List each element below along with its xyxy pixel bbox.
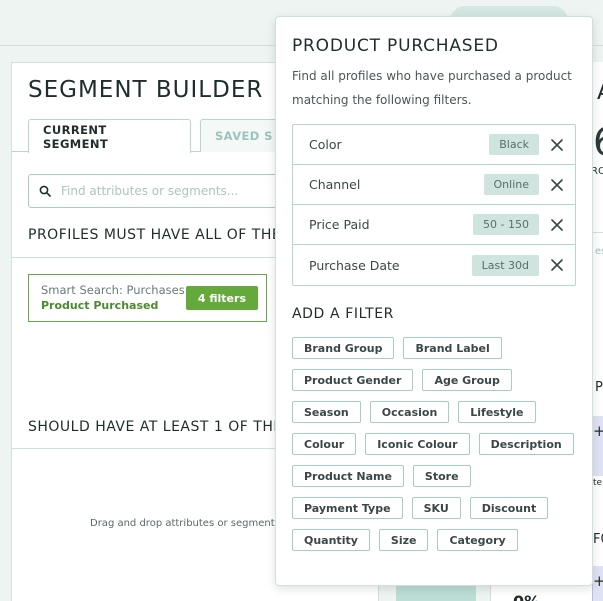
filter-chip[interactable]: Brand Group <box>292 337 395 359</box>
filter-chip[interactable]: Occasion <box>369 401 450 423</box>
bar-segment <box>396 585 476 601</box>
filter-name: Price Paid <box>309 217 370 232</box>
peek-link: es <box>595 246 603 257</box>
filter-chip[interactable]: Description <box>478 433 574 455</box>
filter-name: Color <box>309 137 342 152</box>
filter-chip[interactable]: Brand Label <box>403 337 502 359</box>
filter-chip[interactable]: SKU <box>411 497 461 519</box>
peek-card: + te <box>592 416 603 488</box>
filter-chip-list: Brand Group Brand Label Product Gender A… <box>292 337 582 551</box>
active-filters-list: Color Black Channel Online Price Paid 50… <box>292 124 576 286</box>
plus-icon[interactable]: + <box>593 572 603 590</box>
filters-count-badge[interactable]: 4 filters <box>185 286 258 310</box>
search-icon <box>39 182 51 201</box>
filter-chip[interactable]: Colour <box>292 433 357 455</box>
filter-value-pill[interactable]: Last 30d <box>471 254 539 276</box>
add-filter-heading: ADD A FILTER <box>292 306 394 322</box>
peek-heading: A <box>597 80 603 105</box>
filter-chip[interactable]: Discount <box>469 497 549 519</box>
filter-row-purchase-date: Purchase Date Last 30d <box>293 245 575 285</box>
close-icon[interactable] <box>539 218 575 231</box>
filter-row-price-paid: Price Paid 50 - 150 <box>293 205 575 245</box>
filter-chip[interactable]: Product Name <box>292 465 404 487</box>
must-have-heading: PROFILES MUST HAVE ALL OF THE <box>28 227 282 243</box>
filter-chip[interactable]: Season <box>292 401 361 423</box>
search-input[interactable] <box>61 184 291 198</box>
close-icon[interactable] <box>539 138 575 151</box>
should-have-heading: SHOULD HAVE AT LEAST 1 OF THE <box>28 419 283 435</box>
peek-heading-f: F0 <box>593 532 603 547</box>
close-icon[interactable] <box>539 178 575 191</box>
filter-value-pill[interactable]: Online <box>483 174 539 195</box>
filter-value-pill[interactable]: Black <box>489 134 539 155</box>
drop-zone-hint: Drag and drop attributes or segments <box>90 518 280 529</box>
plus-icon[interactable]: + <box>593 422 603 440</box>
filter-chip[interactable]: Quantity <box>292 529 370 551</box>
peek-percent: 0% <box>513 592 540 601</box>
filter-row-channel: Channel Online <box>293 165 575 205</box>
filter-row-color: Color Black <box>293 125 575 165</box>
tab-current-segment[interactable]: CURRENT SEGMENT <box>28 119 191 153</box>
popover-description: Find all profiles who have purchased a p… <box>292 69 572 107</box>
close-icon[interactable] <box>539 259 575 271</box>
filter-chip[interactable]: Category <box>437 529 518 551</box>
filter-chip[interactable]: Store <box>412 465 471 487</box>
smart-search-card[interactable]: Smart Search: Purchases Product Purchase… <box>28 274 267 322</box>
filter-chip[interactable]: Iconic Colour <box>365 433 470 455</box>
filter-chip[interactable]: Payment Type <box>292 497 403 519</box>
filter-chip[interactable]: Product Gender <box>292 369 414 391</box>
page-title: SEGMENT BUILDER <box>28 77 264 103</box>
product-purchased-popover: PRODUCT PURCHASED Find all profiles who … <box>275 16 593 586</box>
filter-name: Purchase Date <box>309 257 400 273</box>
peek-heading-p: P <box>595 380 603 395</box>
peek-number: 6 <box>593 120 603 164</box>
peek-card: + <box>592 566 603 601</box>
filter-name: Channel <box>309 177 361 192</box>
filter-chip[interactable]: Size <box>378 529 429 551</box>
filter-chip[interactable]: Lifestyle <box>458 401 536 423</box>
filter-value-pill[interactable]: 50 - 150 <box>473 214 539 235</box>
filter-chip[interactable]: Age Group <box>422 369 512 391</box>
popover-title: PRODUCT PURCHASED <box>292 36 499 56</box>
peek-card-text: te <box>593 478 603 488</box>
